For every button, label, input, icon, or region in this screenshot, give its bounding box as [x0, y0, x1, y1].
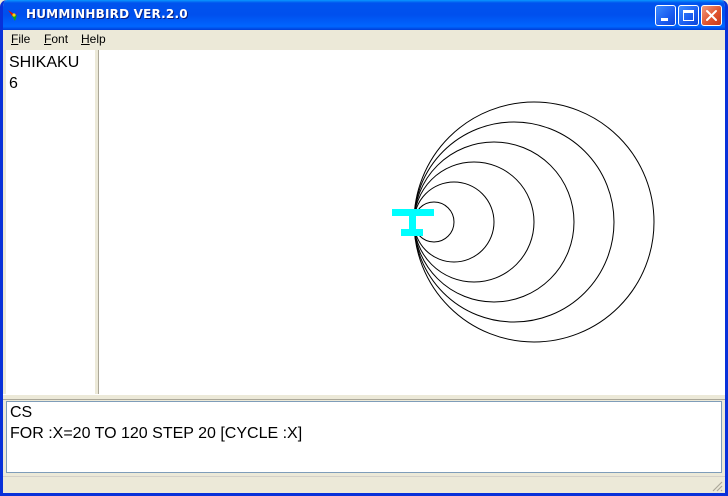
- drawing-surface: [392, 101, 655, 343]
- menu-font[interactable]: Font: [44, 32, 68, 46]
- resize-grip-icon[interactable]: [711, 480, 723, 492]
- minimize-icon: [661, 18, 668, 21]
- menu-help[interactable]: Help: [81, 32, 106, 46]
- close-button[interactable]: [701, 5, 722, 26]
- circle-r100: [413, 121, 615, 323]
- close-icon: [706, 10, 717, 21]
- menu-bar: File Font Help: [3, 30, 725, 48]
- minimize-button[interactable]: [655, 5, 676, 26]
- horizontal-splitter[interactable]: [3, 394, 725, 400]
- command-input-area[interactable]: CS FOR :X=20 TO 120 STEP 20 [CYCLE :X]: [6, 401, 722, 473]
- title-bar[interactable]: HUMMINHBIRD VER.2.0: [3, 0, 725, 30]
- app-window: HUMMINHBIRD VER.2.0 File Font Help SHIKA…: [0, 0, 728, 496]
- menu-help-mnemonic: H: [81, 32, 90, 46]
- menu-help-label: elp: [89, 32, 106, 46]
- turtle-canvas[interactable]: [99, 50, 725, 394]
- menu-file[interactable]: File: [11, 32, 30, 46]
- circles-group: [413, 101, 655, 343]
- maximize-icon: [683, 10, 694, 21]
- circle-r60: [413, 161, 535, 283]
- procedure-name[interactable]: SHIKAKU: [9, 54, 79, 72]
- procedure-value[interactable]: 6: [9, 75, 18, 93]
- menu-file-label: ile: [18, 32, 31, 46]
- menu-font-label: ont: [51, 32, 69, 46]
- turtle-icon: [392, 209, 434, 236]
- command-line-1[interactable]: CS: [10, 404, 32, 422]
- hummingbird-app-icon: [8, 9, 20, 21]
- maximize-button[interactable]: [678, 5, 699, 26]
- procedure-list-panel[interactable]: SHIKAKU 6: [6, 50, 95, 394]
- window-title: HUMMINHBIRD VER.2.0: [26, 7, 188, 21]
- command-line-2[interactable]: FOR :X=20 TO 120 STEP 20 [CYCLE :X]: [10, 425, 302, 443]
- status-bar: [3, 476, 725, 493]
